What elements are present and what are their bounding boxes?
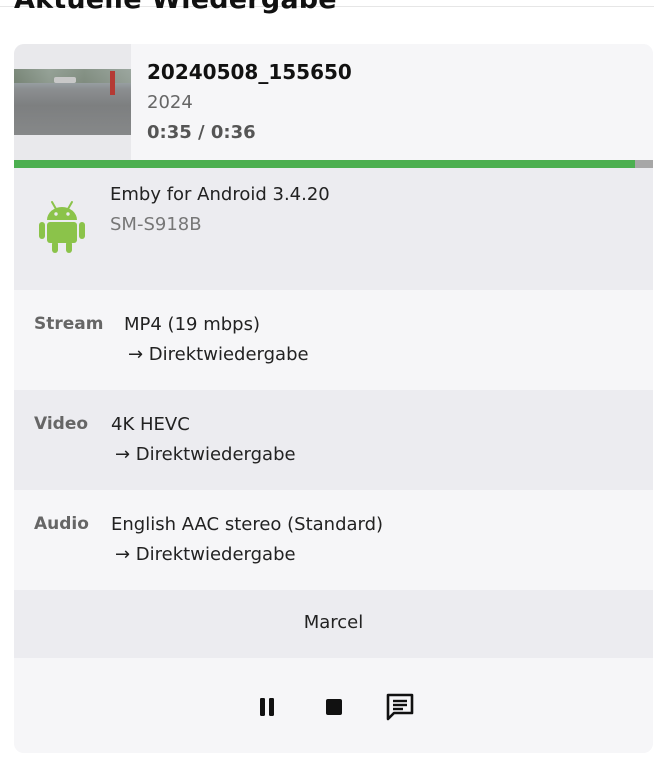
media-thumbnail[interactable] bbox=[14, 44, 131, 160]
audio-info-row: Audio English AAC stereo (Standard) → Di… bbox=[14, 490, 653, 590]
playback-progress-bar bbox=[14, 160, 653, 168]
page-heading: Aktuelle Wiedergabe bbox=[14, 0, 337, 15]
stop-button[interactable] bbox=[317, 690, 351, 724]
user-row: Marcel bbox=[14, 590, 653, 658]
message-icon bbox=[386, 693, 414, 721]
video-label: Video bbox=[34, 414, 89, 434]
stream-info-row: Stream MP4 (19 mbps) → Direktwiedergabe bbox=[14, 290, 653, 390]
stream-label: Stream bbox=[34, 314, 104, 334]
stop-icon bbox=[326, 699, 342, 715]
playback-progress-fill bbox=[14, 160, 636, 168]
client-app-name: Emby for Android 3.4.20 bbox=[110, 184, 330, 205]
send-message-button[interactable] bbox=[383, 690, 417, 724]
playback-controls bbox=[14, 658, 653, 753]
pause-button[interactable] bbox=[250, 690, 284, 724]
user-name: Marcel bbox=[303, 612, 364, 633]
audio-label: Audio bbox=[34, 514, 89, 534]
media-title[interactable]: 20240508_155650 bbox=[147, 60, 352, 84]
client-row: Emby for Android 3.4.20 SM-S918B bbox=[14, 168, 653, 290]
video-method: → Direktwiedergabe bbox=[115, 444, 296, 465]
stream-method: → Direktwiedergabe bbox=[128, 344, 309, 365]
stream-value: MP4 (19 mbps) bbox=[124, 314, 260, 335]
client-device-name: SM-S918B bbox=[110, 214, 202, 235]
pause-icon bbox=[260, 698, 274, 716]
now-playing-header[interactable]: 20240508_155650 2024 0:35 / 0:36 bbox=[14, 44, 653, 160]
session-card: 20240508_155650 2024 0:35 / 0:36 Emby fo… bbox=[14, 44, 653, 753]
thumbnail-image bbox=[14, 69, 131, 135]
playback-time: 0:35 / 0:36 bbox=[147, 122, 256, 143]
media-year: 2024 bbox=[147, 92, 193, 113]
audio-value: English AAC stereo (Standard) bbox=[111, 514, 384, 535]
android-icon bbox=[38, 198, 86, 254]
video-value: 4K HEVC bbox=[111, 414, 190, 435]
video-info-row: Video 4K HEVC → Direktwiedergabe bbox=[14, 390, 653, 490]
audio-method: → Direktwiedergabe bbox=[115, 544, 296, 565]
